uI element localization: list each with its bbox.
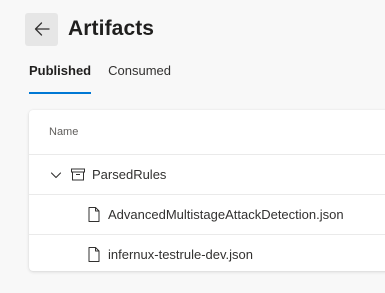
arrow-left-icon bbox=[34, 22, 50, 36]
page-title: Artifacts bbox=[68, 17, 155, 40]
tree-row-file[interactable]: AdvancedMultistageAttackDetection.json bbox=[29, 195, 385, 235]
page-header: Artifacts bbox=[25, 12, 154, 46]
tree-row-folder[interactable]: ParsedRules bbox=[29, 155, 385, 195]
artifacts-table: Name ParsedRules AdvancedMultistageAttac… bbox=[29, 110, 385, 271]
tree-row-file[interactable]: infernux-testrule-dev.json bbox=[29, 235, 385, 271]
artifact-folder-icon bbox=[70, 167, 86, 183]
folder-label: ParsedRules bbox=[92, 167, 167, 182]
back-button[interactable] bbox=[25, 12, 58, 46]
tab-consumed[interactable]: Consumed bbox=[108, 60, 171, 94]
file-label: AdvancedMultistageAttackDetection.json bbox=[108, 207, 344, 222]
column-header-name[interactable]: Name bbox=[29, 110, 385, 155]
chevron-down-icon[interactable] bbox=[48, 167, 64, 183]
tab-published[interactable]: Published bbox=[29, 60, 92, 94]
tab-bar: Published Consumed bbox=[29, 60, 188, 94]
file-icon bbox=[86, 207, 102, 223]
file-icon bbox=[86, 247, 102, 263]
file-label: infernux-testrule-dev.json bbox=[108, 247, 253, 262]
column-header-label: Name bbox=[49, 126, 79, 138]
